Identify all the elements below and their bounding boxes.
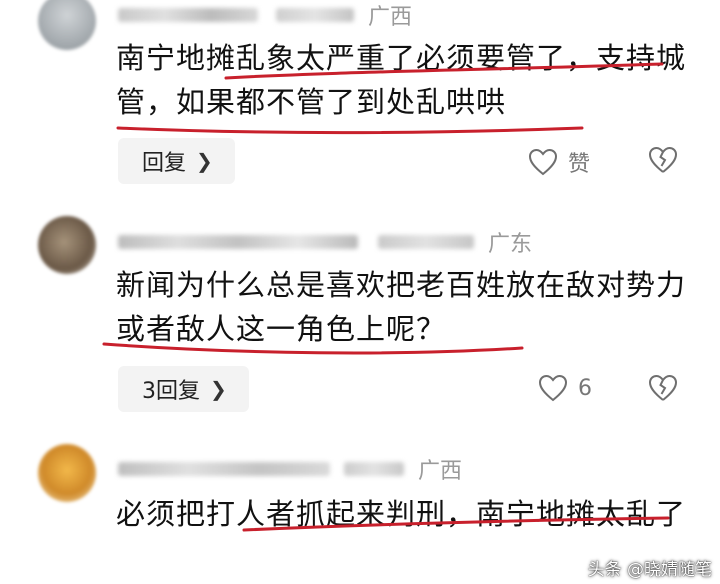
like-button[interactable]: 赞 bbox=[528, 146, 590, 178]
username-blurred[interactable] bbox=[118, 8, 258, 22]
region-label: 广东 bbox=[488, 232, 533, 257]
region-label: 广西 bbox=[418, 459, 463, 484]
comment-meta: 广西 bbox=[118, 2, 413, 30]
username-blurred[interactable] bbox=[118, 462, 330, 476]
avatar[interactable] bbox=[38, 444, 96, 502]
comment-meta: 广西 bbox=[118, 456, 463, 484]
dislike-button[interactable] bbox=[648, 374, 678, 406]
chevron-right-icon: ❯ bbox=[196, 149, 213, 173]
comment-text: 新闻为什么总是喜欢把老百姓放在敌对势力或者敌人这一角色上呢？ bbox=[116, 268, 687, 346]
avatar[interactable] bbox=[38, 216, 96, 274]
reply-button[interactable]: 3回复 ❯ bbox=[118, 366, 249, 412]
avatar[interactable] bbox=[38, 0, 96, 50]
like-label: 赞 bbox=[568, 152, 591, 177]
username-blurred[interactable] bbox=[118, 235, 358, 249]
region-label: 广西 bbox=[368, 5, 413, 30]
comment-text: 必须把打人者抓起来判刑，南宁地摊太乱了 bbox=[116, 497, 687, 531]
broken-heart-icon bbox=[648, 146, 678, 173]
ip-blurred bbox=[378, 235, 474, 249]
reply-label: 3回复 bbox=[142, 379, 200, 404]
comment-text: 南宁地摊乱象太严重了必须要管了，支持城管，如果都不管了到处乱哄哄 bbox=[116, 41, 687, 119]
chevron-right-icon: ❯ bbox=[210, 377, 227, 401]
like-count: 6 bbox=[578, 375, 592, 401]
watermark: 头条 @晓婧随笔 bbox=[587, 560, 712, 580]
dislike-button[interactable] bbox=[648, 146, 678, 178]
ip-blurred bbox=[344, 462, 404, 476]
heart-outline-icon bbox=[528, 148, 558, 176]
ip-blurred bbox=[276, 8, 354, 22]
like-button[interactable]: 6 bbox=[538, 374, 592, 402]
broken-heart-icon bbox=[648, 374, 678, 401]
reply-label: 回复 bbox=[142, 151, 187, 176]
comment-meta: 广东 bbox=[118, 229, 533, 257]
heart-outline-icon bbox=[538, 374, 568, 402]
reply-button[interactable]: 回复 ❯ bbox=[118, 138, 235, 184]
